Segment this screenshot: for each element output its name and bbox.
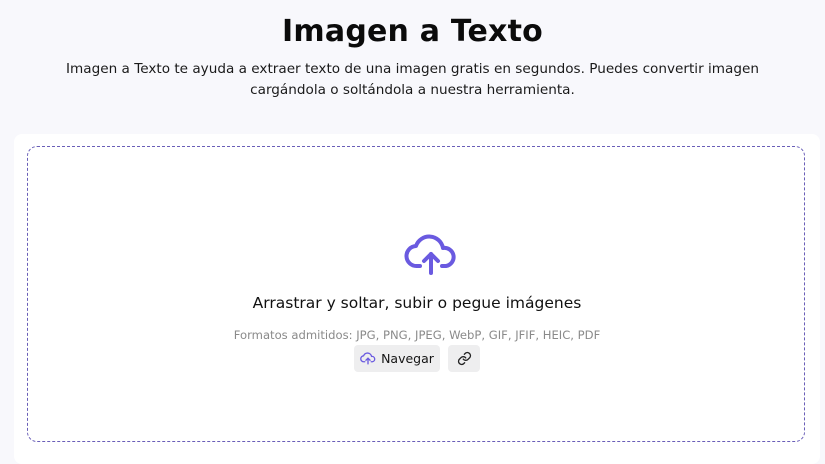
image-dropzone[interactable]: Arrastrar y soltar, subir o pegue imágen… bbox=[27, 146, 805, 442]
cloud-upload-icon bbox=[360, 352, 376, 365]
dropzone-title: Arrastrar y soltar, subir o pegue imágen… bbox=[252, 294, 582, 312]
paste-link-button[interactable] bbox=[448, 345, 480, 372]
upload-card: Arrastrar y soltar, subir o pegue imágen… bbox=[14, 134, 820, 464]
browse-button[interactable]: Navegar bbox=[354, 345, 440, 372]
cloud-upload-icon bbox=[404, 234, 456, 275]
supported-formats: Formatos admitidos: JPG, PNG, JPEG, WebP… bbox=[233, 328, 601, 342]
link-icon bbox=[457, 351, 471, 366]
page-title: Imagen a Texto bbox=[282, 14, 543, 49]
browse-button-label: Navegar bbox=[381, 351, 434, 366]
page-subtitle: Imagen a Texto te ayuda a extraer texto … bbox=[66, 61, 759, 98]
